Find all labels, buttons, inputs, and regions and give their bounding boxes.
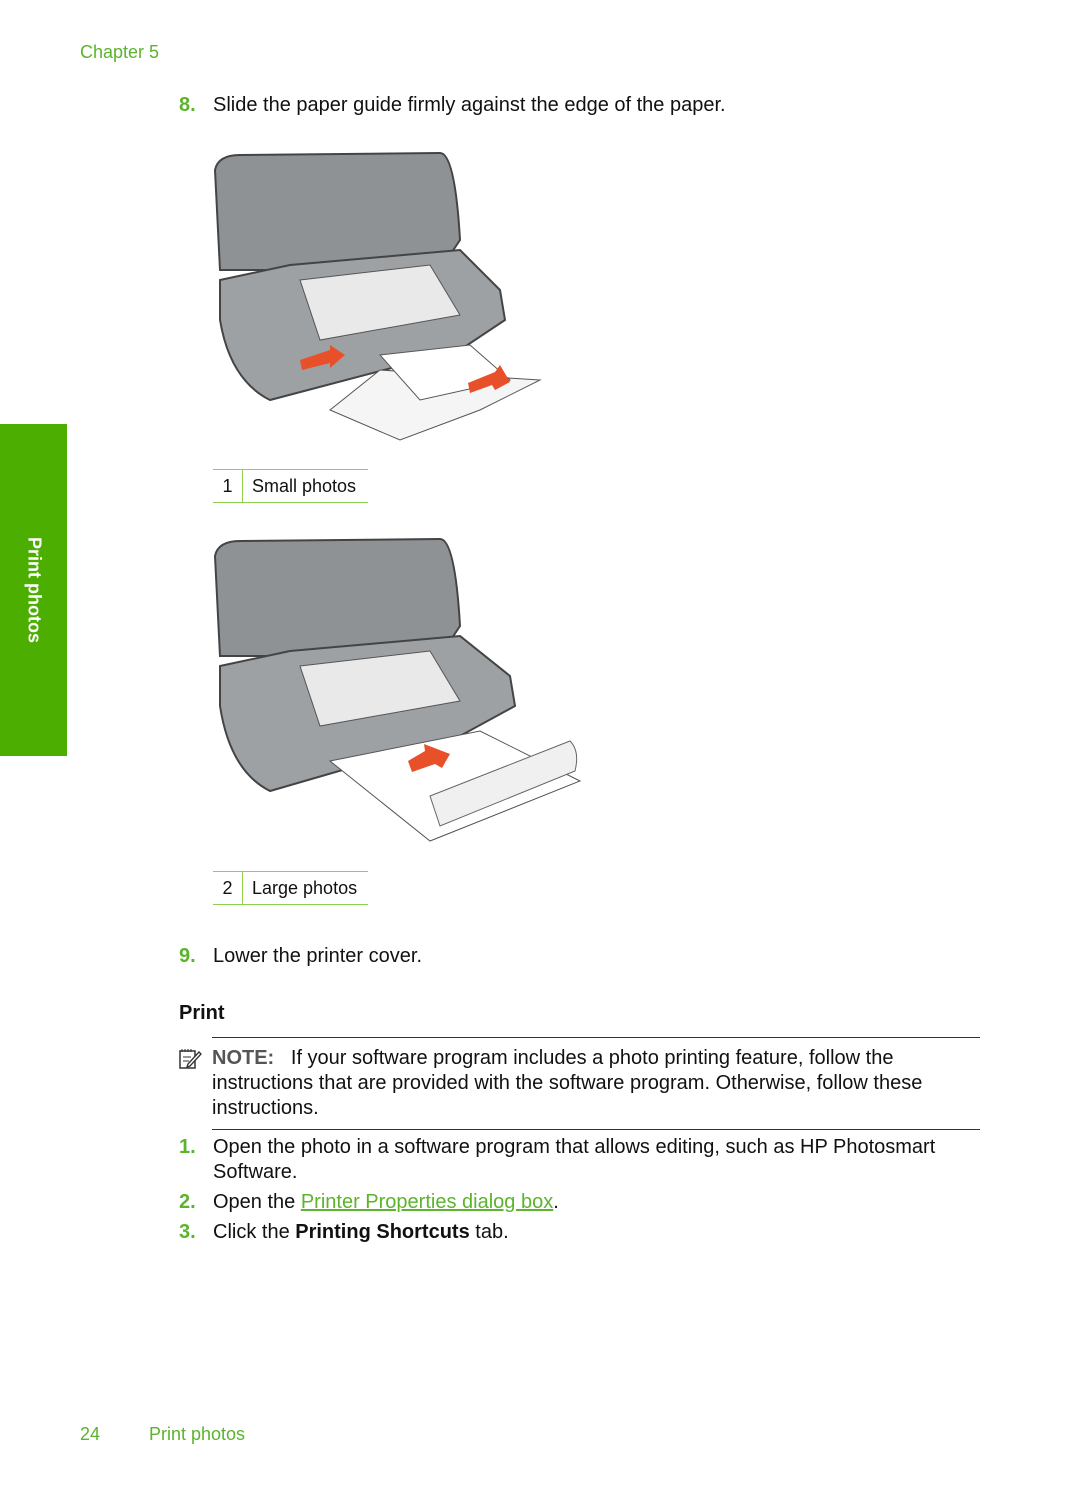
figure-number: 2 (213, 872, 243, 904)
step-text: Click the (213, 1221, 296, 1243)
note-icon (179, 1049, 202, 1069)
step-text-bold: Printing Shortcuts (295, 1221, 470, 1243)
step-number: 9. (179, 945, 196, 967)
step-number: 1. (179, 1136, 196, 1158)
printer-large-photos-image (213, 537, 582, 842)
side-tab-label: Print photos (24, 537, 44, 643)
note-text: NOTE: If your software program includes … (212, 1046, 972, 1121)
page-number: 24 (80, 1424, 101, 1444)
step-text-suffix: tab. (469, 1221, 509, 1243)
document-page: Chapter 5 Print photos 8. Slide the pape… (0, 0, 1080, 1495)
figure-caption-2: 2 Large photos (213, 871, 368, 905)
step-number: 3. (179, 1221, 196, 1243)
step-text: Open the (213, 1191, 301, 1213)
side-tab: Print photos (0, 424, 67, 756)
figure-label: Large photos (252, 878, 358, 898)
step-text: Open the photo in a software program tha… (213, 1136, 936, 1158)
figure-number: 1 (213, 470, 243, 502)
note-top-rule (212, 1037, 980, 1038)
print-step-3: 3. Click the Printing Shortcuts tab. (179, 1220, 979, 1245)
footer-section: Print photos (149, 1424, 246, 1444)
step-text-cont: Software. (213, 1161, 298, 1183)
print-step-1: 1. Open the photo in a software program … (179, 1135, 979, 1185)
note-bottom-rule (212, 1129, 980, 1130)
note-body: If your software program includes a phot… (212, 1047, 923, 1119)
step-text-suffix: . (553, 1191, 559, 1213)
figure-caption-1: 1 Small photos (213, 469, 368, 503)
step-9: 9. Lower the printer cover. (179, 944, 979, 969)
step-text: Slide the paper guide firmly against the… (213, 94, 726, 116)
step-8: 8. Slide the paper guide firmly against … (179, 93, 979, 118)
print-step-2: 2. Open the Printer Properties dialog bo… (179, 1190, 979, 1215)
printer-small-photos-image (213, 151, 542, 441)
figure-label: Small photos (252, 476, 357, 496)
step-text: Lower the printer cover. (213, 945, 422, 967)
section-heading: Print (179, 1002, 225, 1024)
printer-properties-link[interactable]: Printer Properties dialog box (301, 1191, 553, 1213)
note-label: NOTE: (212, 1047, 275, 1069)
step-number: 2. (179, 1191, 196, 1213)
chapter-header: Chapter 5 (80, 42, 160, 62)
step-number: 8. (179, 94, 196, 116)
